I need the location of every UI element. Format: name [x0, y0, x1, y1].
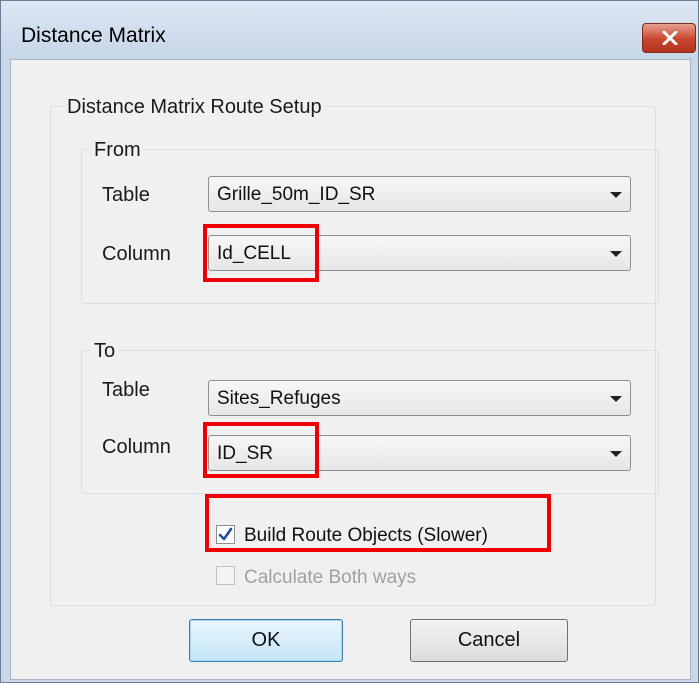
from-title: From [91, 139, 144, 161]
ok-button[interactable]: OK [189, 619, 343, 662]
window-title: Distance Matrix [21, 24, 166, 47]
build-route-checkbox[interactable] [216, 525, 235, 544]
chevron-down-icon [610, 396, 622, 402]
to-column-value: ID_SR [217, 443, 273, 464]
from-column-value: Id_CELL [217, 243, 291, 264]
to-table-select[interactable]: Sites_Refuges [208, 380, 631, 416]
cancel-button[interactable]: Cancel [410, 619, 568, 662]
close-icon [662, 31, 678, 45]
to-table-value: Sites_Refuges [217, 388, 341, 409]
from-table-select[interactable]: Grille_50m_ID_SR [208, 176, 631, 212]
check-icon [218, 527, 233, 541]
to-column-label: Column [102, 436, 171, 458]
chevron-down-icon [610, 451, 622, 457]
to-group [81, 350, 659, 494]
chevron-down-icon [610, 251, 622, 257]
build-route-label[interactable]: Build Route Objects (Slower) [244, 525, 488, 547]
from-column-label: Column [102, 243, 171, 265]
to-table-label: Table [102, 379, 150, 401]
from-table-label: Table [102, 184, 150, 206]
close-button[interactable] [642, 23, 696, 53]
calculate-both-label: Calculate Both ways [244, 567, 417, 588]
from-group [81, 149, 659, 304]
chevron-down-icon [610, 192, 622, 198]
route-setup-title: Distance Matrix Route Setup [64, 96, 325, 118]
to-column-select[interactable]: ID_SR [208, 435, 631, 471]
title-bar[interactable]: Distance Matrix [1, 1, 698, 59]
calculate-both-checkbox[interactable] [216, 566, 235, 585]
from-table-value: Grille_50m_ID_SR [217, 184, 376, 205]
to-title: To [91, 340, 119, 362]
distance-matrix-dialog: Distance Matrix Distance Matrix Route Se… [0, 0, 699, 683]
dialog-body: Distance Matrix Route Setup From Table G… [10, 59, 691, 680]
from-column-select[interactable]: Id_CELL [208, 235, 631, 271]
